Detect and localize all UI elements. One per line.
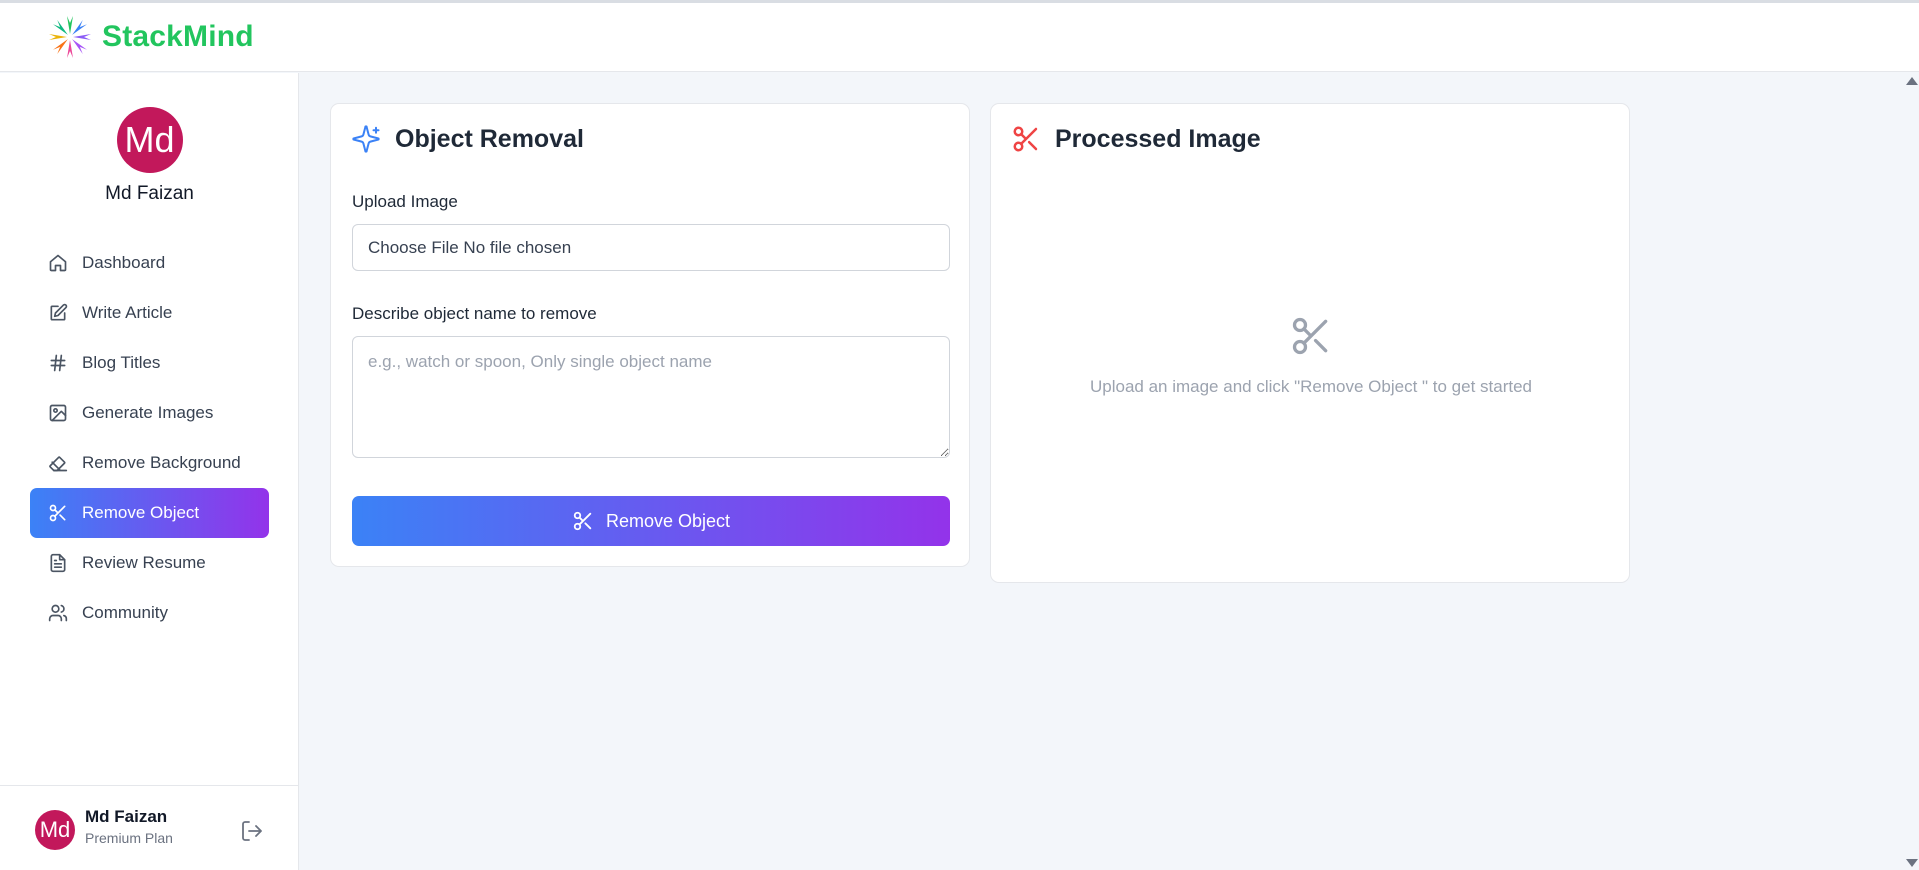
remove-object-button[interactable]: Remove Object xyxy=(352,496,950,546)
sidebar-item-remove-background[interactable]: Remove Background xyxy=(30,438,269,488)
avatar[interactable]: Md xyxy=(35,810,75,850)
empty-state: Upload an image and click "Remove Object… xyxy=(991,314,1631,397)
file-upload-input[interactable]: Choose File No file chosen xyxy=(352,224,950,271)
sidebar-user-footer: Md Md Faizan Premium Plan xyxy=(0,785,299,870)
sidebar-menu: Dashboard Write Article Blog Titles Gene… xyxy=(30,238,269,638)
object-description-textarea[interactable] xyxy=(352,336,950,458)
sidebar-item-label: Write Article xyxy=(82,303,173,322)
hash-icon xyxy=(50,354,66,372)
sparkles-icon xyxy=(352,125,380,153)
sidebar-item-label: Dashboard xyxy=(82,253,166,272)
sidebar-item-blog-titles[interactable]: Blog Titles xyxy=(30,338,269,388)
remove-object-button-label: Remove Object xyxy=(605,510,731,531)
avatar: Md xyxy=(116,107,183,173)
sidebar-item-label: Remove Object xyxy=(82,503,200,522)
top-navbar: StackMind xyxy=(0,3,1919,72)
processed-image-card: Processed Image Upload an image and clic… xyxy=(990,103,1630,583)
empty-state-text: Upload an image and click "Remove Object… xyxy=(1089,377,1533,396)
scissors-icon xyxy=(573,511,592,531)
file-text-icon xyxy=(50,553,66,573)
sidebar-item-generate-images[interactable]: Generate Images xyxy=(30,388,269,438)
sidebar: Md Md Faizan Dashboard Write Article Blo… xyxy=(0,73,299,870)
upload-image-label: Upload Image xyxy=(352,192,458,211)
footer-user-plan: Premium Plan xyxy=(85,830,173,846)
profile-name: Md Faizan xyxy=(105,183,194,204)
card-title: Processed Image xyxy=(1011,124,1261,154)
object-removal-card: Object Removal Upload Image Choose File … xyxy=(330,103,970,567)
scroll-down-arrow-icon[interactable] xyxy=(1906,859,1918,867)
sidebar-item-dashboard[interactable]: Dashboard xyxy=(30,238,269,288)
scissors-icon xyxy=(1013,126,1038,152)
sidebar-item-community[interactable]: Community xyxy=(30,588,269,638)
sidebar-item-label: Review Resume xyxy=(82,553,206,572)
sidebar-item-review-resume[interactable]: Review Resume xyxy=(30,538,269,588)
image-icon xyxy=(49,404,67,422)
page-title: Object Removal xyxy=(395,124,584,153)
star-burst-logo-icon[interactable] xyxy=(40,12,100,62)
card-title: Object Removal xyxy=(351,124,584,154)
page-scrollbar[interactable] xyxy=(1902,73,1919,870)
footer-user-name: Md Faizan xyxy=(85,807,168,826)
logout-icon[interactable] xyxy=(240,819,264,843)
processed-image-title: Processed Image xyxy=(1055,124,1261,153)
scissors-icon xyxy=(49,504,66,522)
describe-object-label: Describe object name to remove xyxy=(352,304,597,323)
scissors-icon xyxy=(1292,317,1328,355)
sidebar-item-label: Remove Background xyxy=(82,453,241,472)
sidebar-item-label: Blog Titles xyxy=(82,353,161,372)
sidebar-item-label: Community xyxy=(82,603,168,622)
edit-square-icon xyxy=(50,303,68,321)
eraser-icon xyxy=(49,456,68,472)
scroll-up-arrow-icon[interactable] xyxy=(1906,77,1918,85)
brand-name[interactable]: StackMind xyxy=(102,20,254,54)
sidebar-item-label: Generate Images xyxy=(82,403,214,422)
sidebar-profile: Md Md Faizan xyxy=(0,107,299,205)
users-icon xyxy=(48,604,68,622)
home-icon xyxy=(49,254,67,272)
sidebar-item-remove-object[interactable]: Remove Object xyxy=(30,488,269,538)
sidebar-item-write-article[interactable]: Write Article xyxy=(30,288,269,338)
